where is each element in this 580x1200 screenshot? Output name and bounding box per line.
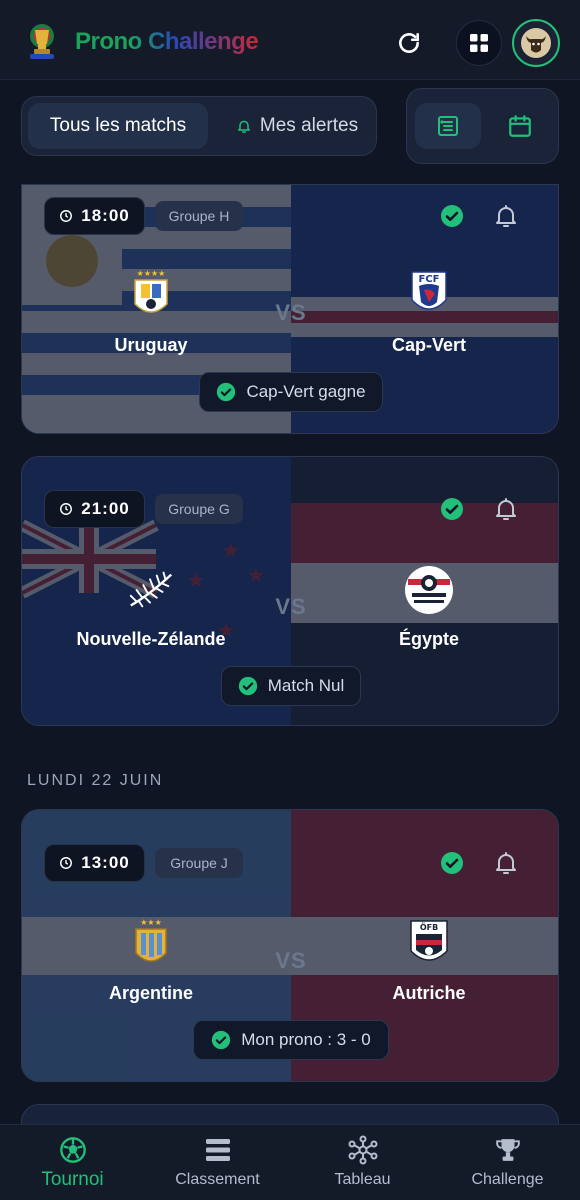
match-card[interactable]: 13:00 Groupe J ★★★ Argentine VS ÖFB Autr…: [21, 809, 559, 1082]
nav-classement[interactable]: Classement: [145, 1133, 290, 1189]
check-circle-icon: [441, 852, 463, 874]
vs-label: VS: [275, 594, 307, 619]
group-badge: Groupe G: [155, 494, 243, 524]
svg-text:ÖFB: ÖFB: [420, 922, 438, 932]
trophy-icon: [495, 1139, 520, 1161]
vs-label: VS: [275, 300, 307, 325]
cape-verde-crest-icon: FCF: [403, 267, 455, 323]
svg-text:FCF: FCF: [418, 274, 439, 285]
tab-all-matches[interactable]: Tous les matchs: [28, 103, 208, 149]
clock-icon: [60, 503, 73, 515]
new-zealand-fern-icon: [125, 562, 177, 618]
nav-challenge-label: Challenge: [471, 1171, 544, 1188]
nav-tournoi[interactable]: Tournoi: [0, 1133, 145, 1191]
group-badge: Groupe J: [155, 848, 243, 878]
austria-crest-icon: ÖFB: [403, 916, 455, 972]
list-view-icon: [438, 116, 458, 136]
home-team-name: Nouvelle-Zélande: [76, 629, 226, 649]
home-team-name: Uruguay: [114, 335, 188, 355]
argentina-crest-icon: ★★★: [125, 916, 177, 972]
trophy-logo-icon[interactable]: [24, 22, 60, 62]
svg-text:★★★: ★★★: [140, 918, 162, 927]
match-time: 13:00: [44, 844, 145, 882]
app-header: Prono Challenge: [0, 0, 580, 80]
bell-icon[interactable]: [494, 496, 518, 522]
grid-icon: [470, 34, 488, 52]
clock-icon: [60, 210, 73, 222]
bull-avatar-icon: [521, 28, 551, 58]
list-view-button[interactable]: [415, 103, 481, 149]
prediction-result-label: Mon prono : 3 - 0: [241, 1030, 371, 1049]
bracket-icon: [348, 1135, 377, 1165]
check-circle-icon: [212, 1030, 231, 1050]
bell-icon[interactable]: [494, 203, 518, 229]
egypt-crest-icon: [403, 562, 455, 618]
check-circle-icon: [441, 498, 463, 520]
away-team-name: Autriche: [392, 983, 466, 1003]
view-toggle: [406, 88, 559, 164]
prediction-result: Cap-Vert gagne: [199, 372, 383, 412]
check-circle-icon: [238, 676, 257, 696]
date-section-header: LUNDI 22 JUIN: [27, 772, 164, 789]
match-card[interactable]: 18:00 Groupe H ★★★★ Uruguay VS FCF Cap-V…: [21, 184, 559, 434]
calendar-icon: [509, 115, 531, 137]
bell-icon: [237, 120, 250, 133]
app-title: Prono Challenge: [75, 28, 259, 55]
bell-icon[interactable]: [494, 850, 518, 876]
tab-my-alerts[interactable]: Mes alertes: [222, 103, 372, 149]
user-avatar[interactable]: [512, 19, 560, 67]
calendar-view-button[interactable]: [487, 103, 553, 149]
away-team-name: Cap-Vert: [391, 335, 467, 355]
away-team-name: Égypte: [398, 629, 459, 649]
nav-challenge[interactable]: Challenge: [435, 1133, 580, 1189]
match-time-value: 21:00: [81, 499, 130, 518]
match-filter-tabs: Tous les matchs Mes alertes: [21, 96, 377, 156]
svg-text:★★★★: ★★★★: [137, 269, 166, 278]
home-team-name: Argentine: [108, 983, 193, 1003]
clock-icon: [60, 857, 73, 869]
grid-menu-button[interactable]: [456, 20, 502, 66]
prediction-result: Match Nul: [221, 666, 361, 706]
bottom-navigation: Tournoi Classement Tableau Challenge: [0, 1124, 580, 1200]
vs-label: VS: [275, 948, 307, 973]
prediction-result: Mon prono : 3 - 0: [193, 1020, 389, 1060]
tab-my-alerts-label: Mes alertes: [259, 115, 359, 136]
soccer-ball-icon: [59, 1137, 86, 1163]
match-time-value: 18:00: [81, 206, 130, 225]
nav-tableau-label: Tableau: [334, 1171, 391, 1188]
match-time-value: 13:00: [81, 853, 130, 872]
uruguay-crest-icon: ★★★★: [125, 267, 177, 323]
check-circle-icon: [217, 382, 236, 402]
nav-tournoi-label: Tournoi: [41, 1169, 104, 1190]
match-card[interactable]: ★ ★ ★ ★ 21:00 Groupe G Nouvelle-Zélande …: [21, 456, 559, 726]
prediction-result-label: Cap-Vert gagne: [246, 382, 366, 401]
match-time: 21:00: [44, 490, 145, 528]
group-badge: Groupe H: [155, 201, 243, 231]
check-circle-icon: [441, 205, 463, 227]
match-time: 18:00: [44, 197, 145, 235]
prediction-result-label: Match Nul: [267, 676, 345, 695]
nav-classement-label: Classement: [175, 1171, 260, 1188]
nav-tableau[interactable]: Tableau: [290, 1133, 435, 1189]
refresh-icon[interactable]: [392, 26, 426, 60]
ranking-icon: [205, 1139, 230, 1161]
